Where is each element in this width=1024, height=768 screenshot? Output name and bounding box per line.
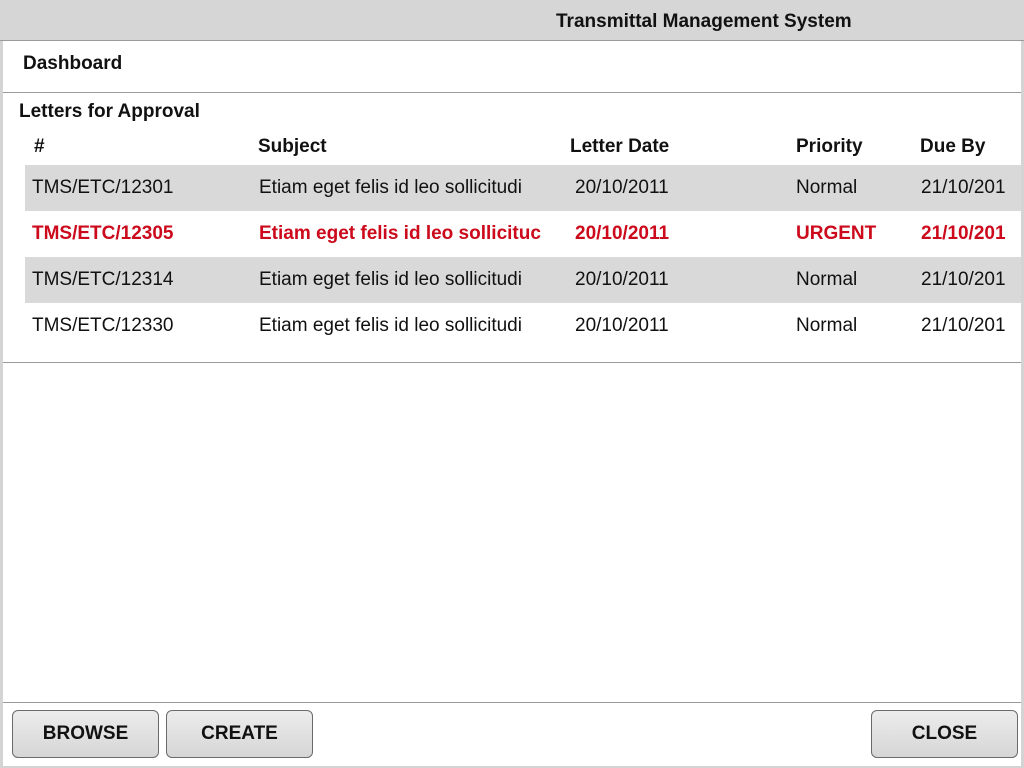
footer-toolbar: BROWSE CREATE CLOSE	[3, 702, 1021, 766]
cell-due-by: 21/10/201	[921, 223, 1006, 244]
create-button[interactable]: CREATE	[166, 710, 313, 758]
cell-due-by: 21/10/201	[921, 177, 1006, 198]
page-title: Dashboard	[23, 53, 123, 74]
cell-letter-date: 20/10/2011	[575, 177, 669, 198]
browse-button[interactable]: BROWSE	[12, 710, 159, 758]
table-row[interactable]: TMS/ETC/12330 Etiam eget felis id leo so…	[25, 303, 1021, 349]
table-row[interactable]: TMS/ETC/12314 Etiam eget felis id leo so…	[25, 257, 1021, 303]
letters-for-approval-panel: Letters for Approval # Subject Letter Da…	[3, 93, 1021, 363]
column-header-letter-date[interactable]: Letter Date	[570, 136, 669, 158]
table-row[interactable]: TMS/ETC/12301 Etiam eget felis id leo so…	[25, 165, 1021, 211]
dashboard-header: Dashboard	[3, 41, 1021, 93]
cell-number: TMS/ETC/12314	[32, 269, 174, 290]
cell-subject: Etiam eget felis id leo sollicitudi	[259, 269, 522, 290]
letters-table: TMS/ETC/12301 Etiam eget felis id leo so…	[25, 165, 1021, 349]
cell-number: TMS/ETC/12330	[32, 315, 174, 336]
column-header-priority[interactable]: Priority	[796, 136, 863, 158]
app-window: Transmittal Management System Dashboard …	[0, 0, 1024, 768]
cell-priority: Normal	[796, 177, 858, 198]
cell-number: TMS/ETC/12301	[32, 177, 174, 198]
cell-subject: Etiam eget felis id leo sollicituc	[259, 223, 541, 244]
title-bar: Transmittal Management System	[0, 0, 1024, 41]
cell-number: TMS/ETC/12305	[32, 223, 174, 244]
cell-letter-date: 20/10/2011	[575, 223, 670, 244]
column-header-subject[interactable]: Subject	[258, 136, 327, 158]
cell-letter-date: 20/10/2011	[575, 315, 669, 336]
cell-priority: Normal	[796, 269, 858, 290]
column-header-due-by[interactable]: Due By	[920, 136, 985, 158]
cell-priority: URGENT	[796, 223, 877, 244]
main-content: Letters for Approval # Subject Letter Da…	[3, 93, 1021, 702]
cell-priority: Normal	[796, 315, 858, 336]
cell-due-by: 21/10/201	[921, 269, 1006, 290]
table-row-urgent[interactable]: TMS/ETC/12305 Etiam eget felis id leo so…	[25, 211, 1021, 257]
cell-letter-date: 20/10/2011	[575, 269, 669, 290]
cell-subject: Etiam eget felis id leo sollicitudi	[259, 177, 522, 198]
section-title: Letters for Approval	[19, 101, 200, 122]
app-title: Transmittal Management System	[556, 11, 852, 32]
cell-due-by: 21/10/201	[921, 315, 1006, 336]
close-button[interactable]: CLOSE	[871, 710, 1018, 758]
column-header-number[interactable]: #	[34, 136, 45, 158]
cell-subject: Etiam eget felis id leo sollicitudi	[259, 315, 522, 336]
